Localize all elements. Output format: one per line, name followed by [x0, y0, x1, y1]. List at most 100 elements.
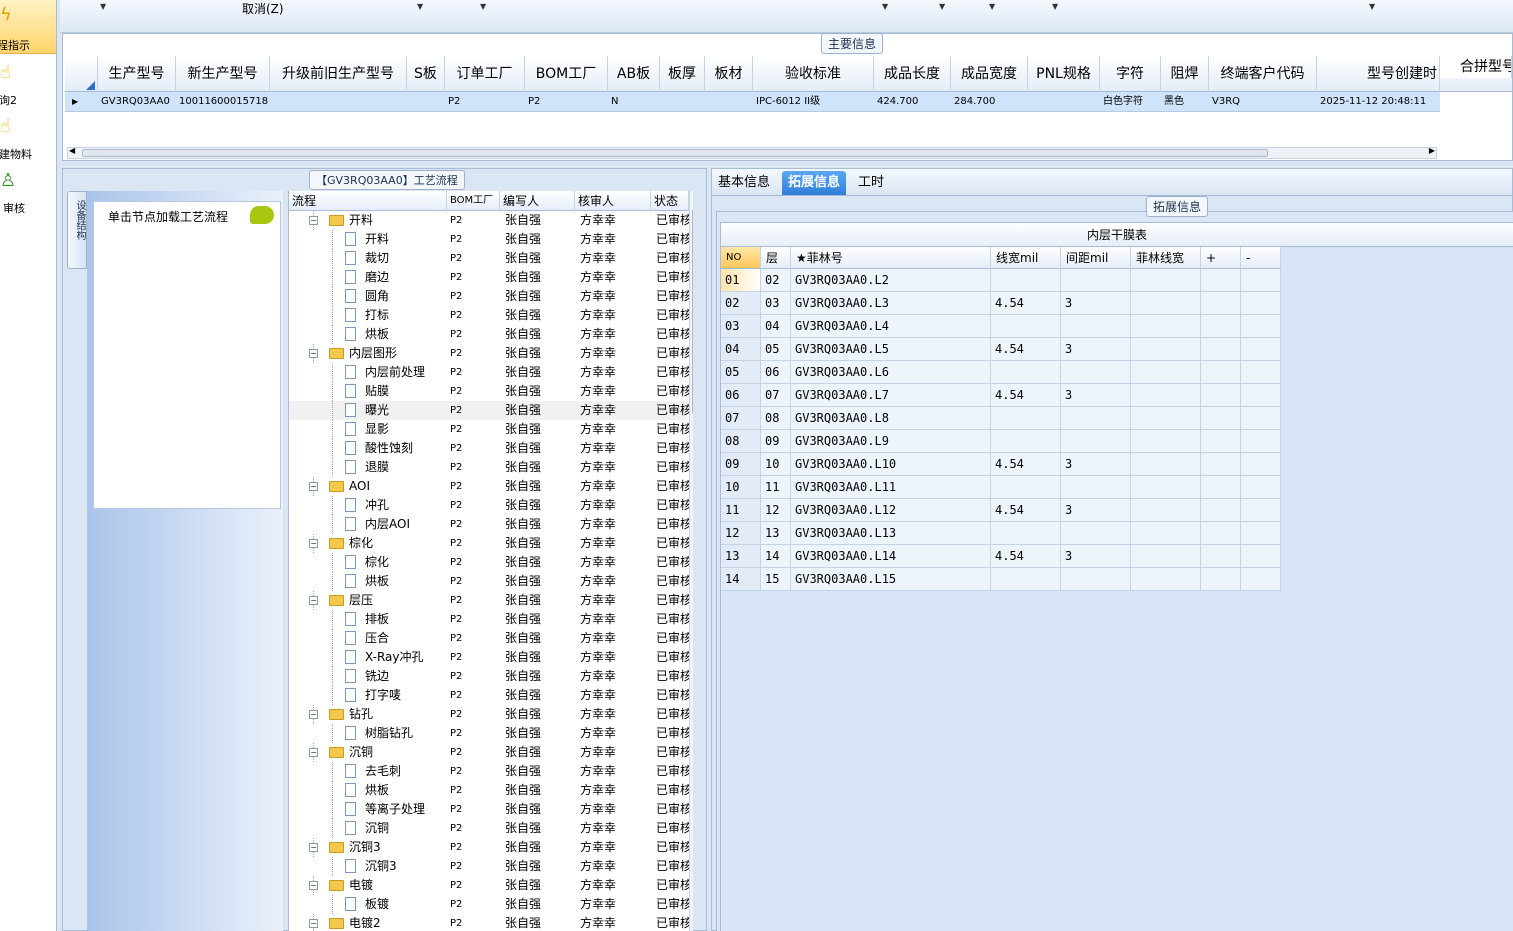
- table-cell[interactable]: GV3RQ03AA0.L3: [791, 292, 991, 315]
- grid-cell[interactable]: 黑色: [1160, 92, 1208, 112]
- table-cell[interactable]: [1061, 568, 1131, 591]
- dropdown-arrow-icon[interactable]: ▼: [989, 2, 995, 11]
- main-grid-row[interactable]: ▶ GV3RQ03AA0 10011600015718 P2 P2 N IPC-…: [65, 92, 1440, 112]
- col-header[interactable]: 合拼型号: [1440, 56, 1512, 78]
- table-cell[interactable]: [1241, 292, 1281, 315]
- col-header[interactable]: 板材: [705, 56, 753, 92]
- table-cell[interactable]: 4.54: [991, 453, 1061, 476]
- table-cell[interactable]: [1131, 384, 1201, 407]
- col-header[interactable]: BOM工厂: [525, 56, 608, 92]
- table-cell[interactable]: [1201, 407, 1241, 430]
- collapse-icon[interactable]: −: [309, 710, 318, 719]
- col-header[interactable]: 层: [761, 247, 791, 269]
- table-cell[interactable]: 3: [1061, 384, 1131, 407]
- scroll-left-icon[interactable]: ◀: [69, 146, 75, 155]
- tree-row[interactable]: − 开料 P2 张自强 方幸幸 已审核: [289, 211, 689, 230]
- tree-row[interactable]: − 棕化 P2 张自强 方幸幸 已审核: [289, 534, 689, 553]
- table-cell[interactable]: 3: [1061, 545, 1131, 568]
- table-cell[interactable]: [991, 476, 1061, 499]
- vertical-scrollbar[interactable]: ▲ ▼: [689, 191, 693, 931]
- tree-row[interactable]: 烘板 P2 张自强 方幸幸 已审核: [289, 325, 689, 344]
- table-cell[interactable]: [991, 269, 1061, 292]
- table-cell[interactable]: 3: [1061, 499, 1131, 522]
- scroll-right-icon[interactable]: ▶: [1429, 146, 1435, 155]
- col-header[interactable]: 阻焊: [1161, 56, 1209, 92]
- col-header[interactable]: 线宽mil: [991, 247, 1061, 269]
- table-cell[interactable]: GV3RQ03AA0.L2: [791, 269, 991, 292]
- tree-row[interactable]: 内层前处理 P2 张自强 方幸幸 已审核: [289, 363, 689, 382]
- table-cell[interactable]: [1241, 338, 1281, 361]
- tree-row[interactable]: 打标 P2 张自强 方幸幸 已审核: [289, 306, 689, 325]
- table-cell[interactable]: 3: [1061, 453, 1131, 476]
- table-cell[interactable]: [1061, 269, 1131, 292]
- table-cell[interactable]: [1201, 522, 1241, 545]
- table-cell[interactable]: GV3RQ03AA0.L10: [791, 453, 991, 476]
- col-header[interactable]: 流程: [289, 191, 447, 211]
- table-cell[interactable]: [991, 522, 1061, 545]
- tree-row[interactable]: − 沉铜3 P2 张自强 方幸幸 已审核: [289, 838, 689, 857]
- grid-cell[interactable]: GV3RQ03AA0: [97, 92, 175, 112]
- table-cell[interactable]: GV3RQ03AA0.L13: [791, 522, 991, 545]
- tree-row[interactable]: 烘板 P2 张自强 方幸幸 已审核: [289, 781, 689, 800]
- table-cell[interactable]: [1061, 315, 1131, 338]
- table-cell[interactable]: [1201, 384, 1241, 407]
- table-cell[interactable]: [1061, 476, 1131, 499]
- tree-row[interactable]: − 电镀 P2 张自强 方幸幸 已审核: [289, 876, 689, 895]
- table-cell[interactable]: 4.54: [991, 499, 1061, 522]
- table-cell[interactable]: [1131, 568, 1201, 591]
- table-cell[interactable]: GV3RQ03AA0.L12: [791, 499, 991, 522]
- table-cell[interactable]: [1131, 499, 1201, 522]
- grid-cell[interactable]: 284.700: [950, 92, 1027, 112]
- tree-row[interactable]: 板镀 P2 张自强 方幸幸 已审核: [289, 895, 689, 914]
- grid-cell[interactable]: P2: [524, 92, 607, 112]
- col-header[interactable]: 升级前旧生产型号: [270, 56, 407, 92]
- dropdown-arrow-icon[interactable]: ▼: [100, 2, 106, 11]
- tab-extended-info[interactable]: 拓展信息: [782, 171, 847, 195]
- col-header[interactable]: 成品宽度: [951, 56, 1028, 92]
- table-cell[interactable]: [1241, 568, 1281, 591]
- table-cell[interactable]: [1201, 315, 1241, 338]
- table-cell[interactable]: GV3RQ03AA0.L15: [791, 568, 991, 591]
- grid-cell[interactable]: [1027, 92, 1099, 112]
- table-cell[interactable]: [1201, 338, 1241, 361]
- tree-row[interactable]: 磨边 P2 张自强 方幸幸 已审核: [289, 268, 689, 287]
- collapse-icon[interactable]: −: [309, 919, 318, 928]
- tree-row[interactable]: 沉铜3 P2 张自强 方幸幸 已审核: [289, 857, 689, 876]
- tree-row[interactable]: − 沉铜 P2 张自强 方幸幸 已审核: [289, 743, 689, 762]
- dropdown-arrow-icon[interactable]: ▼: [480, 2, 486, 11]
- table-cell[interactable]: [1131, 361, 1201, 384]
- tree-row[interactable]: 树脂钻孔 P2 张自强 方幸幸 已审核: [289, 724, 689, 743]
- tree-row[interactable]: 冲孔 P2 张自强 方幸幸 已审核: [289, 496, 689, 515]
- table-cell[interactable]: [1201, 269, 1241, 292]
- table-cell[interactable]: [1201, 545, 1241, 568]
- col-header[interactable]: S板: [407, 56, 445, 92]
- table-cell[interactable]: 3: [1061, 292, 1131, 315]
- grid-cell[interactable]: N: [607, 92, 659, 112]
- dropdown-arrow-icon[interactable]: ▼: [939, 2, 945, 11]
- table-cell[interactable]: [991, 430, 1061, 453]
- dropdown-arrow-icon[interactable]: ▼: [1052, 2, 1058, 11]
- equipment-structure-tab[interactable]: 设备结构: [67, 191, 87, 269]
- col-header[interactable]: 验收标准: [753, 56, 874, 92]
- tree-row[interactable]: − 电镀2 P2 张自强 方幸幸 已审核: [289, 914, 689, 931]
- table-cell[interactable]: [1241, 453, 1281, 476]
- dropdown-arrow-icon[interactable]: ▼: [417, 2, 423, 11]
- add-row-button[interactable]: +: [1201, 247, 1241, 269]
- table-cell[interactable]: [1241, 361, 1281, 384]
- table-cell[interactable]: [991, 407, 1061, 430]
- table-cell[interactable]: [1201, 453, 1241, 476]
- grid-cell[interactable]: 10011600015718: [175, 92, 269, 112]
- table-cell[interactable]: [1131, 407, 1201, 430]
- table-cell[interactable]: [1131, 315, 1201, 338]
- tree-row[interactable]: X-Ray冲孔 P2 张自强 方幸幸 已审核: [289, 648, 689, 667]
- tree-row[interactable]: 退膜 P2 张自强 方幸幸 已审核: [289, 458, 689, 477]
- col-header[interactable]: BOM工厂: [447, 191, 500, 211]
- table-cell[interactable]: GV3RQ03AA0.L14: [791, 545, 991, 568]
- collapse-icon[interactable]: −: [309, 539, 318, 548]
- table-cell[interactable]: [1131, 545, 1201, 568]
- table-cell[interactable]: [1241, 522, 1281, 545]
- table-cell[interactable]: [991, 315, 1061, 338]
- horizontal-scrollbar[interactable]: ◀ ▶: [67, 146, 1437, 159]
- tree-row[interactable]: 打字唛 P2 张自强 方幸幸 已审核: [289, 686, 689, 705]
- tree-row[interactable]: 烘板 P2 张自强 方幸幸 已审核: [289, 572, 689, 591]
